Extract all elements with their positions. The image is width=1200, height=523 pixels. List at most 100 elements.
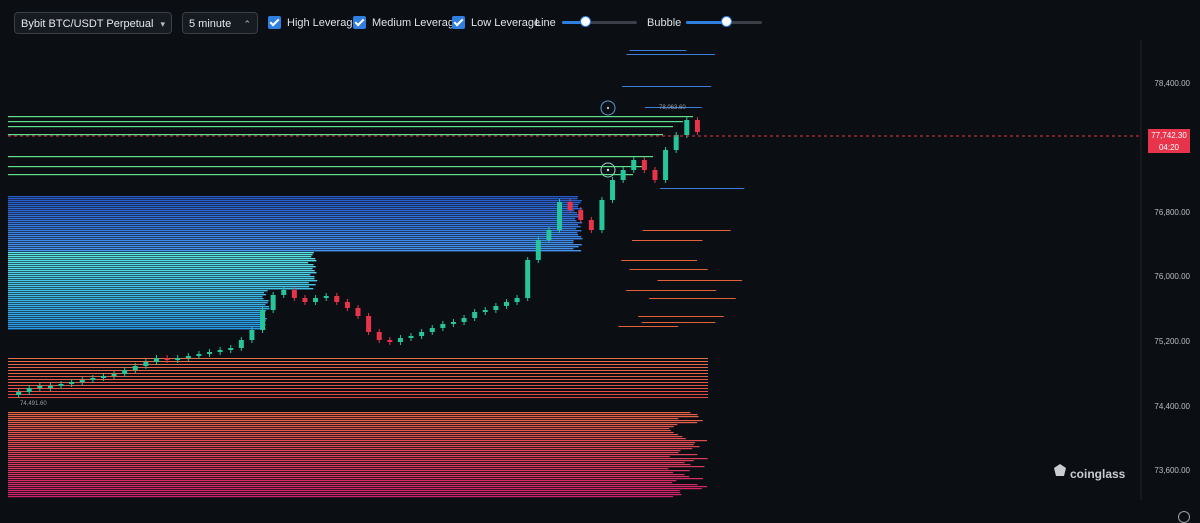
high-leverage-checkbox[interactable] [268, 16, 281, 29]
candle-body [482, 310, 488, 312]
liquidation-level [8, 242, 574, 244]
candle-body [588, 220, 594, 230]
liquidation-level [8, 121, 683, 123]
liquidation-level [8, 460, 694, 462]
low-leverage-checkbox[interactable] [452, 16, 465, 29]
liquidation-level [8, 436, 683, 438]
liquidation-level [8, 391, 708, 392]
candle-body [408, 336, 414, 338]
liquidation-level [8, 232, 578, 234]
liquidation-level [8, 422, 698, 424]
liquidation-level [626, 54, 715, 55]
liquidation-level [8, 270, 315, 272]
price-tick-label: 76,000.00 [1154, 272, 1190, 281]
line-slider[interactable] [562, 16, 637, 27]
candle-body [419, 332, 425, 336]
candle-body [641, 160, 647, 170]
candle-body [567, 202, 573, 210]
liquidation-level [8, 472, 674, 474]
candle-body [397, 338, 403, 342]
liquidation-level [8, 260, 317, 262]
candle-body [37, 386, 43, 388]
candle-body [610, 180, 616, 200]
candle-body [429, 328, 435, 332]
liquidation-level [8, 494, 682, 496]
liquidation-level [8, 116, 693, 118]
liquidation-level [629, 50, 687, 51]
interval-select[interactable]: 5 minute ⌃ [182, 12, 258, 34]
candle-body [281, 290, 287, 295]
candle-body [344, 302, 350, 308]
candle-body [207, 352, 213, 354]
liquidation-level [8, 290, 268, 292]
candle-body [599, 200, 605, 230]
liquidation-level [8, 254, 313, 256]
exchange-select[interactable]: Bybit BTC/USDT Perpetual ▾ [14, 12, 172, 34]
clock-icon[interactable] [1178, 511, 1190, 523]
candle-body [185, 356, 191, 358]
liquidation-level [8, 238, 583, 240]
candle-body [673, 135, 679, 150]
liquidation-level [8, 486, 708, 488]
candle-body [16, 392, 22, 395]
liquidation-level [8, 218, 576, 220]
liquidation-level [8, 266, 316, 268]
liquidation-level [8, 397, 708, 398]
liquidation-level [638, 316, 724, 317]
liquidation-level [8, 364, 708, 365]
candle-body [578, 210, 584, 220]
countdown-value: 04:20 [1159, 143, 1180, 152]
low-leverage-label: Low Leverage [471, 17, 541, 29]
candle-body [334, 296, 340, 302]
line-slider-handle[interactable] [579, 16, 591, 27]
liquidation-level [8, 420, 703, 422]
liquidation-level [8, 388, 708, 389]
candle-body [196, 354, 202, 356]
liquidation-level [8, 252, 314, 254]
candle-body [546, 230, 552, 240]
candle-body [270, 295, 276, 310]
liquidation-level [622, 86, 712, 87]
liquidation-level [8, 276, 315, 278]
liquidation-level [8, 288, 314, 290]
candle-body [143, 362, 149, 366]
liquidation-level [8, 302, 268, 304]
candle-body [366, 316, 372, 332]
liquidation-level [8, 379, 708, 380]
liquidation-level [641, 322, 716, 323]
bubble-slider[interactable] [686, 16, 762, 27]
liquidation-level [8, 200, 582, 202]
liquidation-level [629, 269, 708, 270]
liquidation-level [8, 470, 690, 472]
liquidation-heatmap-chart[interactable]: 78,400.00 76,800.00 76,000.00 75,200.00 74,4… [8, 40, 1200, 500]
liquidation-level [8, 262, 309, 264]
liquidation-level [8, 202, 581, 204]
liquidation-level [8, 452, 679, 454]
liquidation-level [8, 248, 574, 250]
liquidation-level [8, 416, 699, 418]
liquidation-level [8, 278, 315, 280]
liquidation-level [8, 456, 670, 458]
liquidation-level [8, 204, 579, 206]
low-price-label: 74,491.60 [20, 401, 47, 407]
candle-body [355, 308, 361, 316]
candle-body [472, 312, 478, 318]
liquidation-level [8, 373, 708, 374]
liquidation-level [8, 166, 643, 168]
high-leverage-label: High Leverage [287, 17, 359, 29]
candle-body [376, 332, 382, 340]
liquidation-level [8, 306, 270, 308]
liquidation-level [8, 274, 311, 276]
liquidation-level [8, 220, 577, 222]
liquidation-level [8, 284, 316, 286]
liquidation-level [8, 430, 671, 432]
bubble-marker-dot [606, 106, 610, 110]
medium-leverage-checkbox[interactable] [353, 16, 366, 29]
liquidation-level [8, 206, 578, 208]
liquidation-level [8, 358, 708, 359]
liquidation-level [8, 438, 686, 440]
liquidation-level [8, 426, 674, 428]
bubble-slider-handle[interactable] [720, 16, 732, 27]
liquidation-level [8, 228, 577, 230]
candle-body [313, 298, 319, 302]
